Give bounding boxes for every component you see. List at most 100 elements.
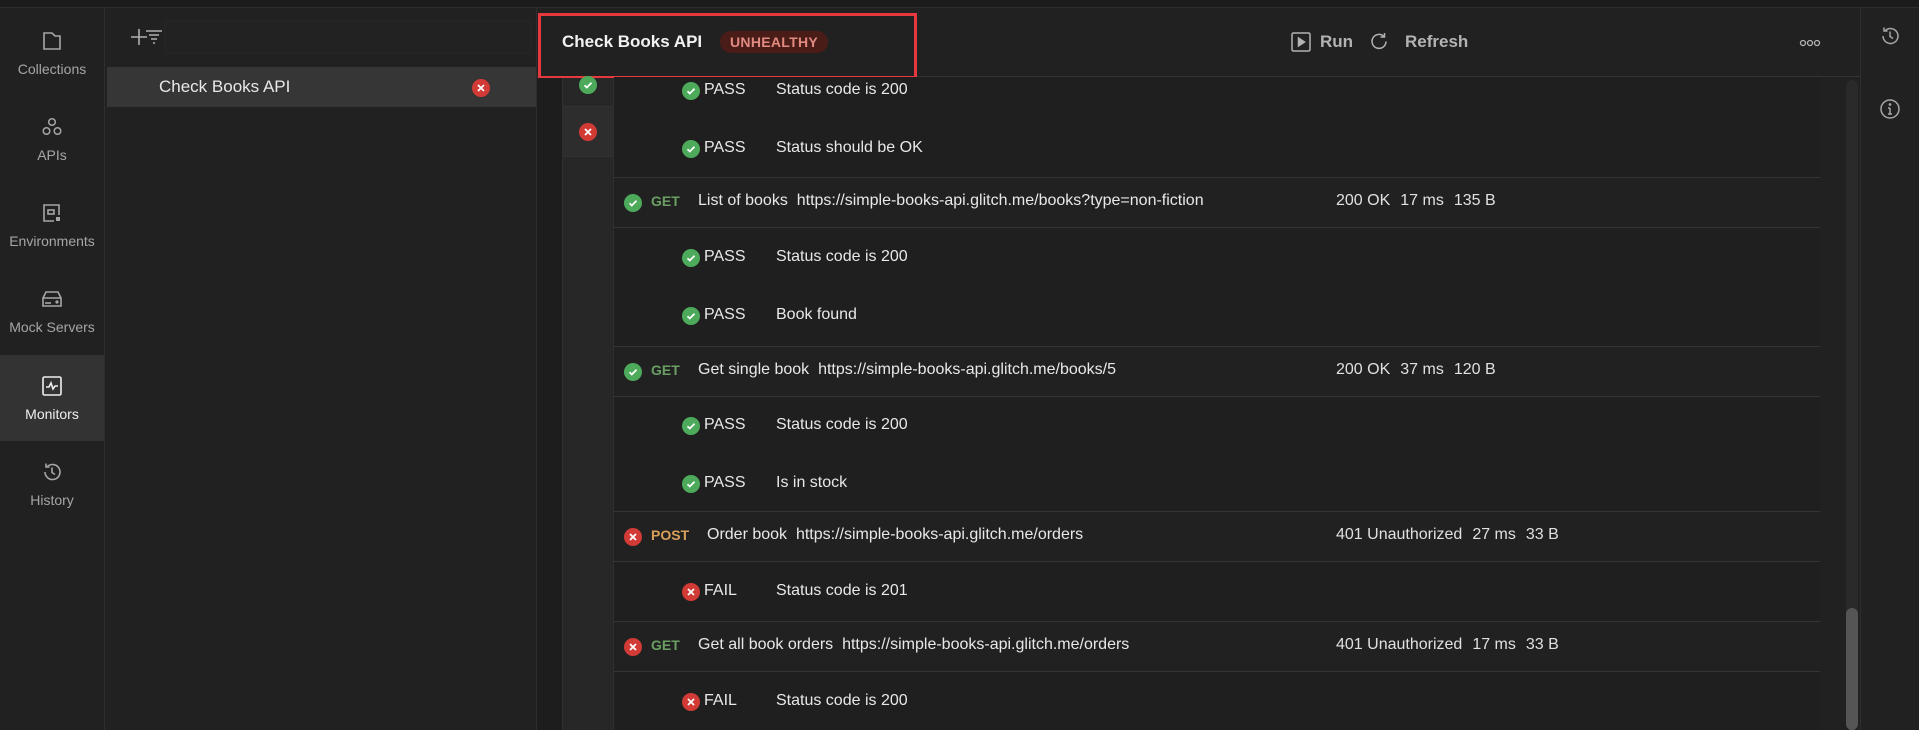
request-method: POST: [651, 527, 690, 543]
refresh-label: Refresh: [1405, 32, 1469, 51]
request-status: [624, 363, 642, 381]
response-time: 37 ms: [1400, 361, 1444, 378]
test-name: Status code is 200: [776, 81, 908, 98]
nav-label: Collections: [17, 61, 87, 77]
nav-item-environments[interactable]: Environments: [0, 182, 104, 268]
test-result-row: FAIL Status code is 200: [614, 690, 1820, 714]
fail-status-icon: [624, 638, 642, 656]
run-button[interactable]: Run: [1291, 26, 1353, 58]
test-status: [682, 583, 700, 601]
pass-status-icon: [624, 363, 642, 381]
test-results-block: PASS Status code is 200 PASS Status should …: [614, 77, 1820, 178]
response-size: 135 B: [1453, 192, 1496, 209]
info-button[interactable]: [1875, 96, 1905, 126]
info-icon: [1879, 98, 1901, 125]
request-url: https://simple-books-api.glitch.me/order…: [842, 636, 1130, 653]
request-name: List of books: [698, 192, 788, 209]
results-list: PASS Status code is 200 PASS Status should …: [614, 77, 1820, 730]
request-url: https://simple-books-api.glitch.me/books…: [796, 192, 1204, 209]
history-icon: [1879, 25, 1901, 52]
pass-status-icon: [682, 417, 700, 435]
request-row[interactable]: GET Get all book orders https://simple-bo…: [614, 622, 1820, 672]
run-history-item-selected[interactable]: [563, 107, 613, 157]
response-size: 120 B: [1453, 361, 1496, 378]
apis-icon: [40, 115, 64, 139]
request-title[interactable]: Get all book orders https://simple-books…: [698, 636, 1129, 654]
request-method: GET: [651, 637, 680, 653]
nav-item-apis[interactable]: APIs: [0, 96, 104, 182]
test-outcome: PASS: [704, 81, 746, 98]
nav-item-monitors[interactable]: Monitors: [0, 355, 104, 441]
response-stats: 200 OK 17 ms 135 B: [1336, 192, 1506, 210]
response-size: 33 B: [1525, 636, 1559, 653]
nav-label: Environments: [9, 233, 95, 249]
test-name: Is in stock: [776, 474, 848, 491]
nav-item-history[interactable]: History: [0, 441, 104, 527]
request-row[interactable]: POST Order book https://simple-books-api.…: [614, 512, 1820, 562]
fail-status-icon: [682, 693, 700, 711]
more-options-button[interactable]: [1799, 26, 1821, 58]
response-time: 17 ms: [1472, 636, 1516, 653]
run-history-item[interactable]: [563, 64, 613, 107]
test-status: [682, 417, 700, 435]
activity-history-button[interactable]: [1875, 23, 1905, 53]
window-top-strip: [0, 0, 1919, 8]
run-results-area: PASS Status code is 200 PASS Status should …: [537, 76, 1860, 730]
pass-status-icon: [624, 194, 642, 212]
request-name: Get single book: [698, 361, 810, 378]
test-result-row: PASS Status code is 200: [614, 246, 1820, 270]
request-row[interactable]: GET Get single book https://simple-books-…: [614, 347, 1820, 397]
results-scrollbar[interactable]: [1846, 80, 1858, 730]
test-outcome: FAIL: [704, 692, 737, 709]
request-url: https://simple-books-api.glitch.me/order…: [795, 526, 1084, 543]
test-name: Status code is 200: [776, 692, 908, 709]
fail-status-icon: [682, 583, 700, 601]
sidebar-toolbar: [106, 8, 536, 66]
request-url: https://simple-books-api.glitch.me/books…: [818, 361, 1116, 378]
run-label: Run: [1320, 32, 1354, 51]
environments-icon: [40, 201, 64, 225]
page-title: Check Books API: [562, 32, 703, 51]
request-status: [624, 194, 642, 212]
refresh-button[interactable]: Refresh: [1369, 26, 1468, 58]
pass-status-icon: [682, 249, 700, 267]
test-name: Status code is 200: [776, 416, 908, 433]
test-outcome: PASS: [704, 248, 746, 265]
nav-item-collections[interactable]: Collections: [0, 10, 104, 96]
request-title[interactable]: Get single book https://simple-books-api…: [698, 361, 1116, 379]
test-name: Status code is 200: [776, 248, 908, 265]
response-status-code: 200 OK: [1336, 192, 1391, 209]
response-time: 27 ms: [1472, 526, 1516, 543]
pass-status-icon: [682, 82, 700, 100]
test-result-row: PASS Is in stock: [614, 472, 1820, 496]
test-result-row: FAIL Status code is 201: [614, 580, 1820, 604]
test-status: [682, 82, 700, 100]
monitors-sidebar: Check Books API: [106, 8, 537, 730]
fail-status-icon: [472, 79, 490, 97]
response-time: 17 ms: [1400, 192, 1444, 209]
response-status-code: 401 Unauthorized: [1336, 636, 1463, 653]
sidebar-item-check-books-api[interactable]: Check Books API: [107, 67, 536, 107]
response-size: 33 B: [1525, 526, 1559, 543]
status-badge: UNHEALTHY: [720, 31, 828, 53]
mock-servers-icon: [40, 287, 64, 311]
nav-label: APIs: [37, 147, 67, 163]
test-name: Status code is 201: [776, 582, 908, 599]
scrollbar-thumb[interactable]: [1846, 608, 1858, 730]
request-row[interactable]: GET List of books https://simple-books-ap…: [614, 178, 1820, 228]
request-title[interactable]: Order book https://simple-books-api.glit…: [707, 526, 1083, 544]
test-outcome: PASS: [704, 306, 746, 323]
request-name: Get all book orders: [698, 636, 834, 653]
test-results-block: PASS Status code is 200 PASS Is in stock: [614, 397, 1820, 512]
test-outcome: FAIL: [704, 582, 737, 599]
sidebar-search-field[interactable]: [164, 20, 532, 54]
nav-item-mock-servers[interactable]: Mock Servers: [0, 268, 104, 354]
pass-status-icon: [682, 475, 700, 493]
filter-icon[interactable]: [141, 24, 167, 50]
request-title[interactable]: List of books https://simple-books-api.g…: [698, 192, 1204, 210]
request-name: Order book: [707, 526, 788, 543]
test-results-block: PASS Status code is 200 PASS Book found: [614, 229, 1820, 347]
test-results-block: FAIL Status code is 201: [614, 562, 1820, 622]
right-context-bar: [1860, 8, 1919, 730]
nav-label: Mock Servers: [9, 319, 95, 335]
